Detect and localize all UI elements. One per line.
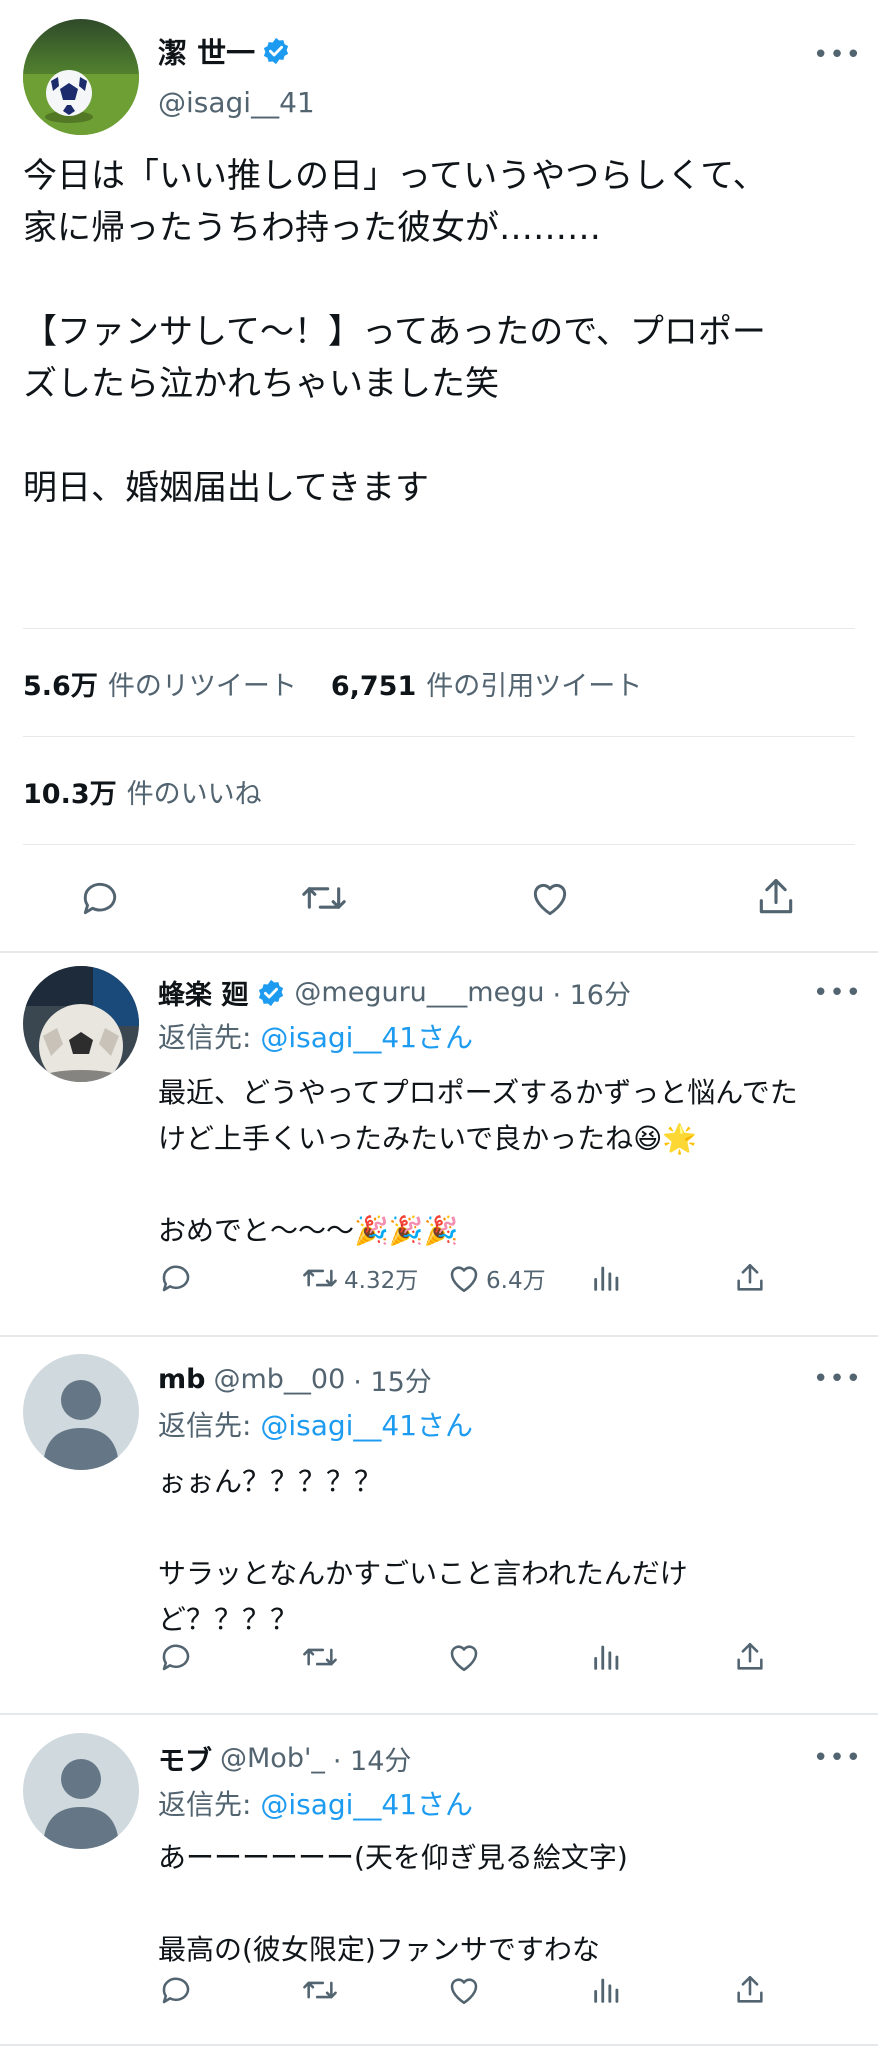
share-icon xyxy=(737,1642,763,1670)
reply-handle[interactable]: @mb__00 xyxy=(213,1364,345,1395)
retweet-count[interactable]: 5.6万 xyxy=(23,664,98,703)
reply-icon xyxy=(83,882,117,915)
retweet-button[interactable]: 4.32万 xyxy=(300,1261,418,1295)
analytics-button[interactable] xyxy=(590,1261,624,1295)
reply-button[interactable] xyxy=(158,1972,194,2008)
like-stats: 10.3万 件のいいね xyxy=(23,772,262,811)
like-icon xyxy=(450,1978,478,2005)
reply-to-prefix: 返信先: xyxy=(158,1788,252,1821)
verified-badge-icon xyxy=(263,37,289,65)
reply-time: · 16分 xyxy=(552,980,631,1011)
retweet-count: 4.32万 xyxy=(344,1268,419,1294)
retweet-icon xyxy=(303,1269,337,1287)
divider xyxy=(0,1335,878,1337)
reply-text: 最近、どうやってプロポーズするかずっと悩んでた けど上手くいったみたいで良かった… xyxy=(158,1076,798,1247)
analytics-button[interactable] xyxy=(590,1973,624,2007)
reply-button[interactable] xyxy=(78,876,122,920)
reply-display-name[interactable]: mb xyxy=(158,1364,205,1395)
reply-avatar[interactable] xyxy=(23,1733,139,1849)
reply-avatar[interactable] xyxy=(23,966,139,1082)
analytics-icon xyxy=(594,1266,619,1291)
main-tweet-text: 今日は「いい推しの日」っていうやつらしくて、 家に帰ったうちわ持った彼女が………… xyxy=(23,156,767,508)
reply-to-link[interactable]: @isagi__41さん xyxy=(260,1788,473,1821)
like-button[interactable] xyxy=(528,876,572,920)
main-avatar[interactable] xyxy=(23,19,139,135)
share-icon xyxy=(759,878,793,914)
reply-icon xyxy=(162,1644,190,1671)
soccer-ball-avatar-image xyxy=(23,966,139,1082)
share-button[interactable] xyxy=(754,874,798,920)
divider xyxy=(23,736,855,737)
reply-header: mb @mb__00 · 15分 xyxy=(158,1360,432,1399)
like-count: 6.4万 xyxy=(486,1268,546,1294)
default-profile-icon xyxy=(23,1354,139,1470)
divider xyxy=(23,628,855,629)
more-icon[interactable]: ••• xyxy=(813,1743,862,1773)
like-button[interactable] xyxy=(446,1639,482,1675)
reply-to-link[interactable]: @isagi__41さん xyxy=(260,1021,473,1054)
divider xyxy=(23,844,855,845)
reply-handle[interactable]: @Mob'_ xyxy=(220,1743,325,1774)
reply-display-name[interactable]: 蜂楽 廻 xyxy=(158,973,248,1012)
share-icon xyxy=(737,1975,763,2003)
retweet-icon xyxy=(303,1981,337,1999)
like-button[interactable]: 6.4万 xyxy=(446,1260,546,1296)
like-icon xyxy=(533,883,567,916)
reply-to-line: 返信先: @isagi__41さん xyxy=(158,1783,473,1823)
more-icon[interactable]: ••• xyxy=(813,40,862,70)
reply-text: あーーーーーー(天を仰ぎ見る絵文字) 最高の(彼女限定)ファンサですわな xyxy=(158,1841,628,1966)
main-handle[interactable]: @isagi__41 xyxy=(158,86,315,119)
main-author-row: 潔 世一 xyxy=(158,30,291,72)
analytics-button[interactable] xyxy=(590,1640,624,1674)
analytics-icon xyxy=(594,1978,619,2003)
reply-to-line: 返信先: @isagi__41さん xyxy=(158,1404,473,1444)
reply-time: · 14分 xyxy=(332,1746,412,1777)
reply-display-name[interactable]: モブ xyxy=(158,1739,212,1778)
divider xyxy=(0,2044,878,2046)
reply-icon xyxy=(162,1977,190,2004)
share-button[interactable] xyxy=(733,1260,767,1296)
reply-time: · 15分 xyxy=(353,1367,432,1398)
main-display-name[interactable]: 潔 世一 xyxy=(158,30,255,72)
retweet-icon xyxy=(302,887,346,909)
share-button[interactable] xyxy=(733,1972,767,2008)
reply-text: ぉぉん？？？？？ サラッとなんかすごいこと言われたんだけ ど？？？？ xyxy=(158,1465,688,1636)
quote-count-label[interactable]: 件の引用ツイート xyxy=(426,664,642,703)
soccer-field-avatar-image xyxy=(23,19,139,135)
reply-to-line: 返信先: @isagi__41さん xyxy=(158,1016,473,1056)
reply-to-prefix: 返信先: xyxy=(158,1021,252,1054)
reply-to-prefix: 返信先: xyxy=(158,1409,252,1442)
like-count-label[interactable]: 件のいいね xyxy=(127,772,262,811)
divider xyxy=(0,1713,878,1715)
quote-count[interactable]: 6,751 xyxy=(331,671,416,702)
more-icon[interactable]: ••• xyxy=(813,978,862,1008)
verified-badge-icon xyxy=(259,979,284,1006)
reply-to-link[interactable]: @isagi__41さん xyxy=(260,1409,473,1442)
retweet-icon xyxy=(303,1648,337,1666)
retweet-button[interactable] xyxy=(299,876,349,920)
analytics-icon xyxy=(594,1645,619,1670)
retweet-button[interactable] xyxy=(300,1973,340,2007)
like-icon xyxy=(450,1645,478,1672)
share-button[interactable] xyxy=(733,1639,767,1675)
like-count[interactable]: 10.3万 xyxy=(23,772,117,811)
reply-button[interactable] xyxy=(158,1260,194,1296)
reply-icon xyxy=(162,1265,190,1292)
like-icon xyxy=(450,1266,478,1293)
reply-handle[interactable]: @meguru___megu xyxy=(294,977,544,1008)
retweet-quote-stats: 5.6万 件のリツイート 6,751 件の引用ツイート xyxy=(23,664,642,703)
reply-avatar[interactable] xyxy=(23,1354,139,1470)
reply-button[interactable] xyxy=(158,1639,194,1675)
retweet-button[interactable] xyxy=(300,1640,340,1674)
default-profile-icon xyxy=(23,1733,139,1849)
divider xyxy=(0,951,878,953)
like-button[interactable] xyxy=(446,1972,482,2008)
reply-header: モブ @Mob'_ · 14分 xyxy=(158,1739,411,1778)
share-icon xyxy=(737,1263,763,1291)
more-icon[interactable]: ••• xyxy=(813,1364,862,1394)
reply-header: 蜂楽 廻 @meguru___megu · 16分 xyxy=(158,973,631,1012)
retweet-count-label[interactable]: 件のリツイート xyxy=(108,664,297,703)
